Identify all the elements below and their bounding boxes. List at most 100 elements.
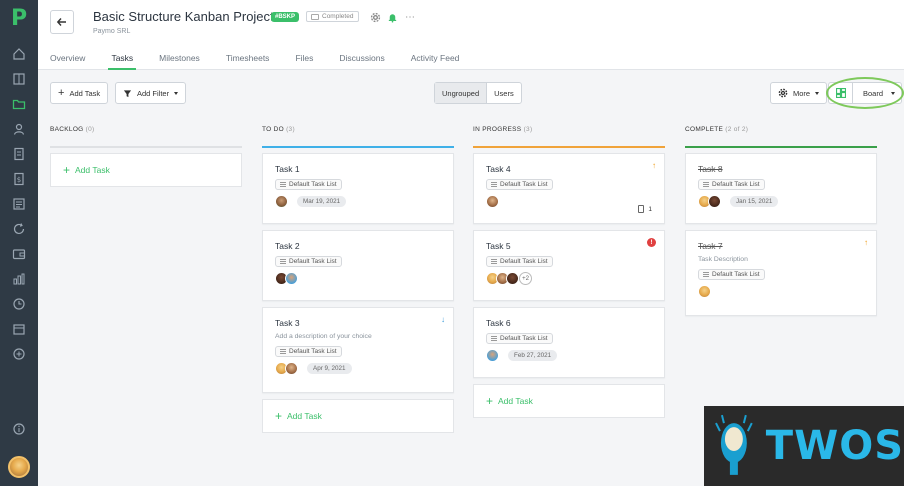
gear-icon[interactable] — [369, 11, 381, 23]
calendar-icon[interactable] — [11, 321, 27, 337]
more-options-icon[interactable]: ⋯ — [404, 11, 416, 23]
project-tabs: Overview Tasks Milestones Timesheets Fil… — [50, 53, 485, 70]
add-task-card[interactable]: + Add Task — [262, 399, 454, 433]
tab-files[interactable]: Files — [295, 53, 313, 68]
assignee-avatar[interactable] — [486, 349, 499, 362]
task-list-tag[interactable]: Default Task List — [486, 179, 553, 190]
column-in-progress: IN PROGRESS (3) ↑ Task 4 Default Task Li… — [473, 126, 665, 418]
paymo-logo[interactable]: P — [9, 8, 29, 30]
file-icon — [638, 205, 645, 213]
user-icon[interactable] — [11, 121, 27, 137]
ungrouped-option[interactable]: Ungrouped — [435, 83, 488, 103]
add-task-label: Add Task — [498, 396, 533, 406]
attachments-number: 1 — [648, 205, 652, 213]
task-list-tag[interactable]: Default Task List — [486, 333, 553, 344]
building-icon[interactable] — [11, 71, 27, 87]
project-code-badge: #BSKP — [271, 12, 300, 22]
document-icon[interactable] — [11, 146, 27, 162]
folder-icon[interactable] — [11, 96, 27, 112]
project-title: Basic Structure Kanban Project — [93, 9, 274, 24]
users-option[interactable]: Users — [487, 83, 521, 103]
task-meta: Feb 27, 2021 — [486, 349, 652, 362]
report-icon[interactable] — [11, 196, 27, 212]
assignee-avatar[interactable] — [285, 362, 298, 375]
assignee-avatar[interactable] — [506, 272, 519, 285]
due-date[interactable]: Jan 15, 2021 — [730, 196, 779, 207]
column-count: (3) — [523, 126, 533, 133]
tab-tasks[interactable]: Tasks — [108, 53, 136, 70]
task-title: Task 8 — [698, 164, 723, 174]
task-card[interactable]: ↑ Task 7 Task Description Default Task L… — [685, 230, 877, 316]
task-meta: Jan 15, 2021 — [698, 195, 864, 208]
column-color-bar — [473, 146, 665, 148]
task-list-label: Default Task List — [500, 335, 548, 342]
task-list-tag[interactable]: Default Task List — [486, 256, 553, 267]
task-list-tag[interactable]: Default Task List — [275, 179, 342, 190]
task-card[interactable]: ↓ Task 3 Add a description of your choic… — [262, 307, 454, 393]
task-list-tag[interactable]: Default Task List — [275, 256, 342, 267]
task-card[interactable]: ! Task 5 Default Task List +2 — [473, 230, 665, 301]
tab-timesheets[interactable]: Timesheets — [226, 53, 270, 68]
add-task-card[interactable]: + Add Task — [473, 384, 665, 418]
task-card[interactable]: Task 6 Default Task List Feb 27, 2021 — [473, 307, 665, 378]
add-circle-icon[interactable] — [11, 346, 27, 362]
task-list-tag[interactable]: Default Task List — [275, 346, 342, 357]
refresh-icon[interactable] — [11, 221, 27, 237]
chart-icon[interactable] — [11, 271, 27, 287]
more-button[interactable]: More — [770, 82, 828, 104]
assignee-avatar[interactable] — [275, 195, 288, 208]
due-date[interactable]: Mar 19, 2021 — [297, 196, 347, 207]
column-header: BACKLOG (0) — [50, 126, 242, 146]
priority-urgent-icon: ! — [647, 238, 656, 247]
tab-activity-feed[interactable]: Activity Feed — [411, 53, 460, 68]
task-card[interactable]: Task 2 Default Task List — [262, 230, 454, 301]
clock-icon[interactable] — [11, 296, 27, 312]
assignee-avatar[interactable] — [486, 195, 499, 208]
highlight-ellipse — [826, 77, 904, 109]
task-card[interactable]: Task 8 Default Task List Jan 15, 2021 — [685, 153, 877, 224]
home-icon[interactable] — [11, 46, 27, 62]
dollar-icon[interactable]: $ — [11, 171, 27, 187]
tab-milestones[interactable]: Milestones — [159, 53, 200, 68]
task-title: Task 3 — [275, 318, 300, 328]
wallet-icon[interactable] — [11, 246, 27, 262]
bell-icon[interactable] — [386, 11, 398, 23]
column-complete: COMPLETE (2 of 2) Task 8 Default Task Li… — [685, 126, 877, 322]
assignee-avatar[interactable] — [698, 285, 711, 298]
column-todo: TO DO (3) Task 1 Default Task List Mar 1… — [262, 126, 454, 433]
list-icon — [280, 182, 286, 187]
watermark-text: TWOS — [765, 423, 904, 469]
task-list-label: Default Task List — [712, 181, 760, 188]
more-assignees-badge[interactable]: +2 — [519, 272, 532, 285]
column-header: TO DO (3) — [262, 126, 454, 146]
assignee-avatar[interactable] — [285, 272, 298, 285]
back-button[interactable] — [50, 10, 74, 34]
list-icon — [280, 259, 286, 264]
due-date[interactable]: Feb 27, 2021 — [508, 350, 558, 361]
attachments-count[interactable]: 1 — [638, 205, 652, 213]
task-list-label: Default Task List — [712, 271, 760, 278]
priority-low-icon: ↓ — [441, 315, 445, 324]
task-list-tag[interactable]: Default Task List — [698, 269, 765, 280]
sidebar: P $ — [0, 0, 38, 486]
column-count: (3) — [286, 126, 295, 133]
svg-text:$: $ — [17, 176, 21, 184]
due-date[interactable]: Apr 9, 2021 — [307, 363, 352, 374]
add-task-card[interactable]: + Add Task — [50, 153, 242, 187]
info-icon[interactable] — [11, 421, 27, 437]
user-avatar[interactable] — [8, 456, 30, 478]
task-list-tag[interactable]: Default Task List — [698, 179, 765, 190]
tab-overview[interactable]: Overview — [50, 53, 85, 68]
add-task-button[interactable]: + Add Task — [50, 82, 109, 104]
assignee-avatar[interactable] — [708, 195, 721, 208]
task-card[interactable]: Task 1 Default Task List Mar 19, 2021 — [262, 153, 454, 224]
list-icon — [491, 259, 497, 264]
add-filter-label: Add Filter — [137, 88, 170, 98]
task-description: Add a description of your choice — [275, 333, 372, 340]
task-card[interactable]: ↑ Task 4 Default Task List 1 — [473, 153, 665, 224]
add-filter-button[interactable]: Add Filter — [115, 82, 187, 104]
task-title: Task 7 — [698, 241, 723, 251]
twos-watermark: TWOS — [704, 406, 904, 486]
completed-status-button[interactable]: Completed — [306, 11, 360, 22]
tab-discussions[interactable]: Discussions — [339, 53, 384, 68]
